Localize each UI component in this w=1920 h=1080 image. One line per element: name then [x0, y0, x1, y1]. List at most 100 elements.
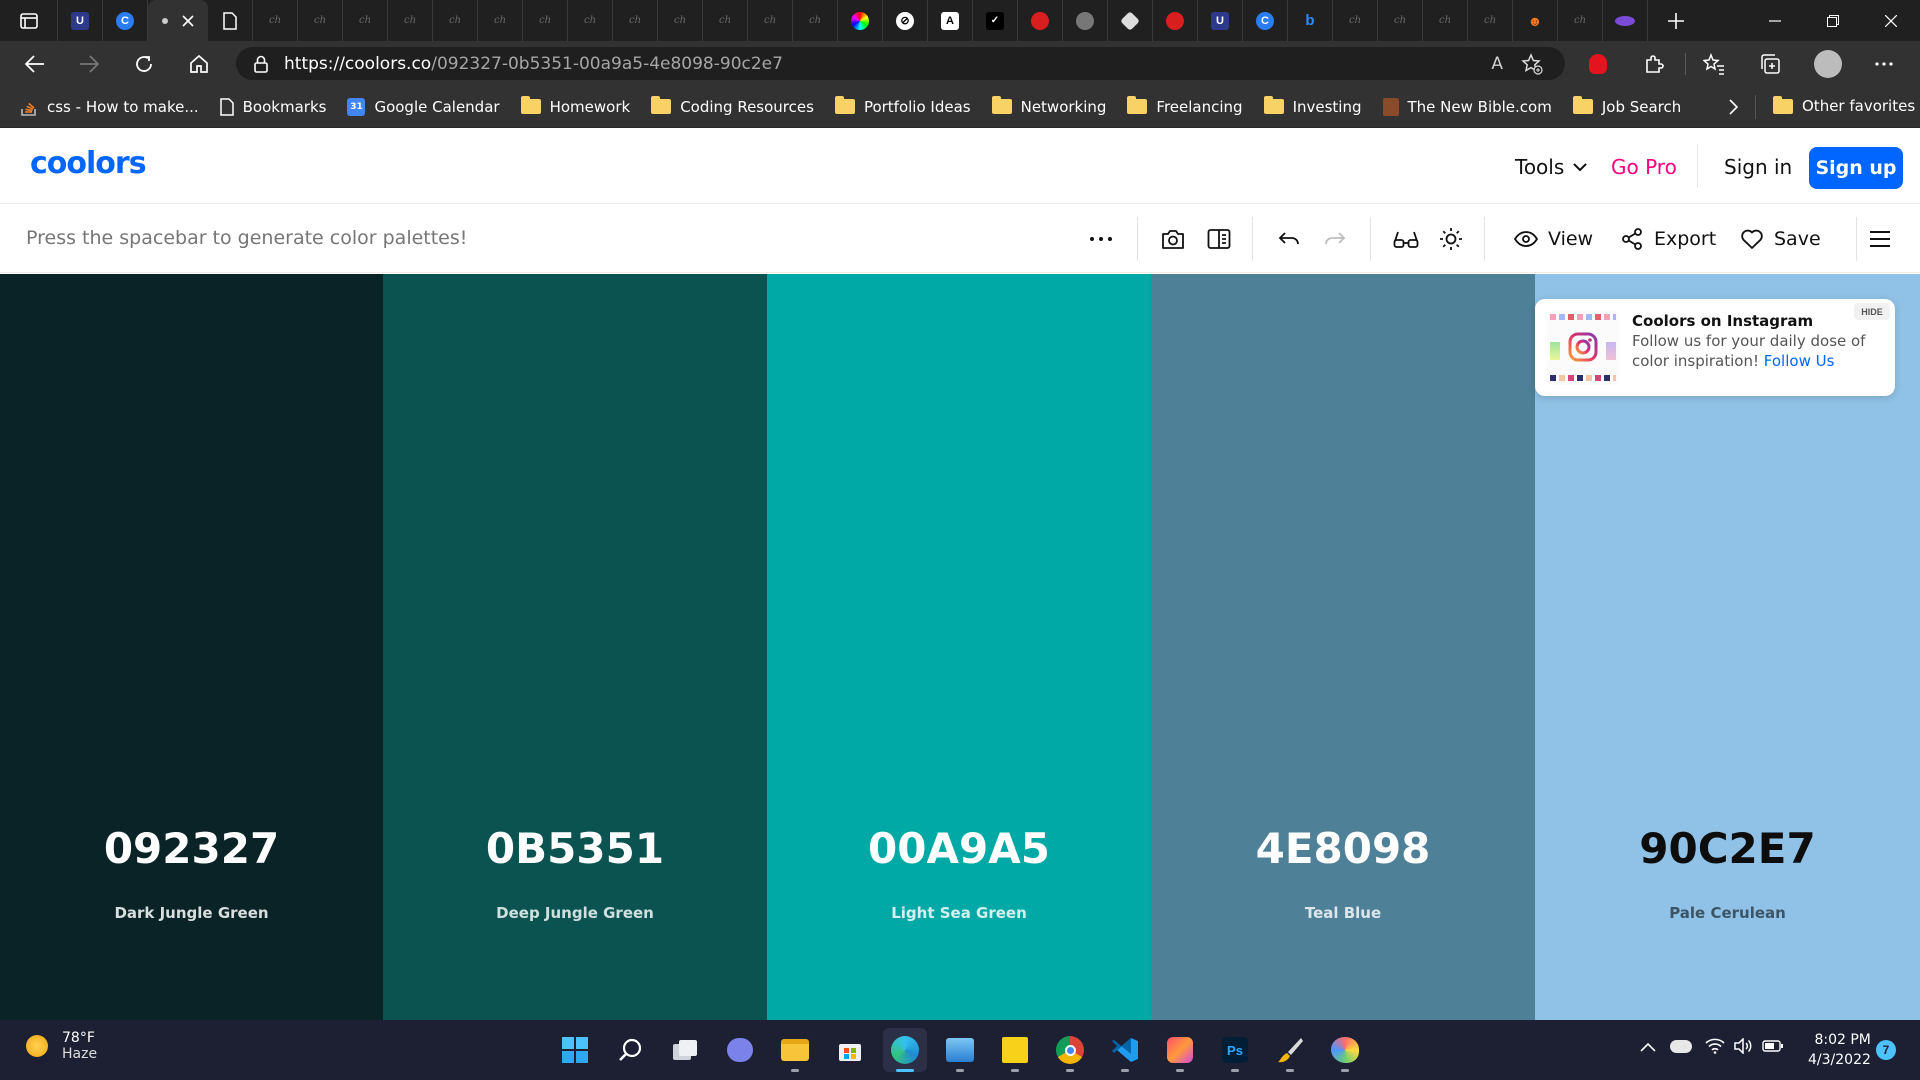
- go-pro-link[interactable]: Go Pro: [1611, 155, 1677, 179]
- tab-u-2[interactable]: U: [1198, 0, 1243, 41]
- tab-apple[interactable]: [1063, 0, 1108, 41]
- bookmark-google-calendar[interactable]: 31 Google Calendar: [347, 97, 500, 116]
- swatch-hex[interactable]: 4E8098: [1151, 824, 1535, 873]
- tab-a[interactable]: A: [928, 0, 973, 41]
- color-swatch-4[interactable]: 4E8098 Teal Blue: [1151, 274, 1535, 1020]
- chrome-button[interactable]: [1048, 1028, 1092, 1072]
- tab-no[interactable]: ⊘: [883, 0, 928, 41]
- back-button[interactable]: [8, 41, 62, 86]
- extension-stop-button[interactable]: [1576, 41, 1620, 86]
- close-window-button[interactable]: [1862, 0, 1920, 41]
- bookmark-bookmarks[interactable]: Bookmarks: [219, 98, 326, 116]
- restore-button[interactable]: [1804, 0, 1862, 41]
- color-swatch-1[interactable]: 092327 Dark Jungle Green: [0, 274, 383, 1020]
- tab-ch[interactable]: ch: [568, 0, 613, 41]
- bookmark-freelancing[interactable]: Freelancing: [1127, 96, 1243, 116]
- tab-ch[interactable]: ch: [1333, 0, 1378, 41]
- tab-ch[interactable]: ch: [1423, 0, 1468, 41]
- new-tab-button[interactable]: [1648, 0, 1704, 41]
- show-hidden-icons-button[interactable]: [1640, 1042, 1656, 1052]
- redo-button[interactable]: [1321, 205, 1349, 273]
- bookmark-homework[interactable]: Homework: [520, 96, 630, 116]
- close-tab-icon[interactable]: [182, 14, 194, 27]
- photos-button[interactable]: [938, 1028, 982, 1072]
- tab-coolors-1[interactable]: C: [103, 0, 148, 41]
- task-view-button[interactable]: [663, 1028, 707, 1072]
- tools-menu[interactable]: Tools: [1515, 155, 1587, 179]
- minimize-button[interactable]: [1746, 0, 1804, 41]
- screenshot-button[interactable]: [1159, 205, 1187, 273]
- refresh-button[interactable]: [117, 41, 171, 86]
- read-aloud-icon[interactable]: A: [1491, 54, 1503, 74]
- wifi-icon[interactable]: [1705, 1038, 1725, 1054]
- swatch-hex[interactable]: 90C2E7: [1535, 824, 1920, 873]
- bookmarks-overflow-button[interactable]: [1728, 99, 1738, 115]
- bookmark-portfolio-ideas[interactable]: Portfolio Ideas: [834, 96, 971, 116]
- tab-ch[interactable]: ch: [253, 0, 298, 41]
- file-explorer-button[interactable]: [773, 1028, 817, 1072]
- onedrive-icon[interactable]: [1670, 1040, 1692, 1053]
- tab-bing[interactable]: b: [1288, 0, 1333, 41]
- color-swatch-2[interactable]: 0B5351 Deep Jungle Green: [383, 274, 767, 1020]
- store-button[interactable]: [828, 1028, 872, 1072]
- paint-button[interactable]: [1268, 1028, 1312, 1072]
- bookmark-new-bible[interactable]: The New Bible.com: [1382, 97, 1552, 116]
- volume-icon[interactable]: [1733, 1038, 1753, 1054]
- tab-ch[interactable]: ch: [1378, 0, 1423, 41]
- tab-ch[interactable]: ch: [613, 0, 658, 41]
- lock-icon[interactable]: [254, 55, 268, 73]
- sign-up-button[interactable]: Sign up: [1809, 147, 1903, 189]
- tab-red-1[interactable]: [1018, 0, 1063, 41]
- color-blindness-button[interactable]: [1391, 205, 1421, 273]
- tab-diamond[interactable]: [1108, 0, 1153, 41]
- add-favorite-icon[interactable]: [1521, 52, 1543, 75]
- tab-ch[interactable]: ch: [523, 0, 568, 41]
- vscode-button[interactable]: [1103, 1028, 1147, 1072]
- tab-ch[interactable]: ch: [1468, 0, 1513, 41]
- tab-ch[interactable]: ch: [343, 0, 388, 41]
- swatch-hex[interactable]: 0B5351: [383, 824, 767, 873]
- tab-active[interactable]: [148, 0, 208, 41]
- more-options-button[interactable]: [1086, 205, 1116, 273]
- forward-button[interactable]: [62, 41, 116, 86]
- tab-red-2[interactable]: [1153, 0, 1198, 41]
- tab-ch[interactable]: ch: [703, 0, 748, 41]
- instagram-promo-card[interactable]: Coolors on Instagram Follow us for your …: [1535, 299, 1895, 396]
- coolors-logo[interactable]: coolors: [30, 146, 147, 181]
- tab-ch[interactable]: ch: [433, 0, 478, 41]
- address-bar[interactable]: https://coolors.co/092327-0b5351-00a9a5-…: [236, 47, 1565, 80]
- settings-menu-button[interactable]: [1862, 41, 1906, 86]
- hamburger-menu-button[interactable]: [1866, 205, 1894, 273]
- photoshop-button[interactable]: Ps: [1213, 1028, 1257, 1072]
- tab-ch[interactable]: ch: [793, 0, 838, 41]
- battery-icon[interactable]: [1762, 1040, 1784, 1052]
- view-button[interactable]: View: [1514, 205, 1593, 273]
- weather-widget[interactable]: 78°F Haze: [26, 1030, 97, 1062]
- compare-button[interactable]: [1205, 205, 1233, 273]
- follow-us-link[interactable]: Follow Us: [1764, 352, 1835, 370]
- swatch-hex[interactable]: 00A9A5: [767, 824, 1151, 873]
- save-button[interactable]: Save: [1740, 205, 1821, 273]
- tab-colorwheel[interactable]: [838, 0, 883, 41]
- tab-actions-button[interactable]: [0, 0, 58, 41]
- tab-ch[interactable]: ch: [478, 0, 523, 41]
- tab-u[interactable]: U: [58, 0, 103, 41]
- tab-ch[interactable]: ch: [1558, 0, 1603, 41]
- hide-promo-button[interactable]: HIDE: [1854, 303, 1890, 320]
- teams-chat-button[interactable]: [718, 1028, 762, 1072]
- tab-ch[interactable]: ch: [298, 0, 343, 41]
- undo-button[interactable]: [1275, 205, 1303, 273]
- tab-planet[interactable]: [1603, 0, 1648, 41]
- paint3d-button[interactable]: [1323, 1028, 1367, 1072]
- start-button[interactable]: [553, 1028, 597, 1072]
- sticky-notes-button[interactable]: [993, 1028, 1037, 1072]
- export-button[interactable]: Export: [1620, 205, 1716, 273]
- bookmark-job-search[interactable]: Job Search: [1572, 96, 1681, 116]
- system-clock[interactable]: 8:02 PM 4/3/2022: [1808, 1030, 1871, 1070]
- bookmark-css[interactable]: css - How to make...: [20, 97, 199, 117]
- color-swatch-3[interactable]: 00A9A5 Light Sea Green: [767, 274, 1151, 1020]
- search-button[interactable]: [608, 1028, 652, 1072]
- tab-ch[interactable]: ch: [658, 0, 703, 41]
- profile-button[interactable]: [1806, 41, 1850, 86]
- tab-nike[interactable]: ✓: [973, 0, 1018, 41]
